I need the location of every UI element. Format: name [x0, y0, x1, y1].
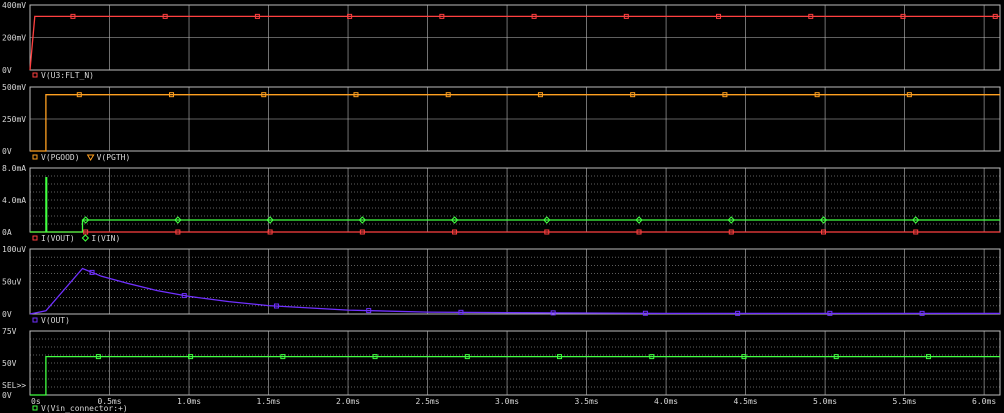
y-tick-label: 0A: [2, 228, 12, 237]
legend-label: I(VOUT): [41, 234, 75, 243]
y-tick-label: 0V: [2, 310, 12, 319]
legend-label: V(U3:FLT_N): [41, 71, 94, 80]
y-tick-label: 100uV: [2, 245, 26, 254]
x-tick-label: 1.0ms: [177, 397, 201, 406]
legend-label: V(OUT): [41, 316, 70, 325]
legend-label: V(PGOOD): [41, 153, 80, 162]
panel-frame: [29, 330, 1001, 396]
y-tick-label: 0V: [2, 66, 12, 75]
plot-panel-2: 500mV 250mV 0V V(PGOOD) V(PGTH): [2, 83, 1001, 162]
x-tick-label: 1.5ms: [256, 397, 280, 406]
y-tick-label: 0V: [2, 391, 12, 400]
series-marker: [32, 154, 38, 160]
series-marker: [32, 405, 38, 411]
x-tick-label: 3.0ms: [495, 397, 519, 406]
x-tick-label: 0s: [31, 397, 41, 406]
series-line: [29, 15, 1000, 71]
y-tick-label: 50V: [2, 359, 17, 368]
series-marker: [86, 154, 95, 161]
series-marker: [32, 317, 38, 323]
series-marker: [32, 235, 38, 241]
plot-panel-3: 8.0mA 4.0mA 0A I(VOUT) I(VIN): [2, 164, 1001, 243]
y-tick-label: 400mV: [2, 1, 26, 10]
y-tick-label: 4.0mA: [2, 196, 26, 205]
y-tick-label: 75V: [2, 327, 17, 336]
plot-panel-1: 400mV 200mV 0V V(U3:FLT_N): [2, 1, 1001, 80]
y-tick-label: 500mV: [2, 83, 26, 92]
x-tick-label: 6.0ms: [972, 397, 996, 406]
y-tick-label: 250mV: [2, 115, 26, 124]
series-line: [30, 355, 1000, 396]
plot-panel-4: 100uV 50uV 0V V(OUT): [2, 245, 1001, 325]
y-tick-label: 200mV: [2, 34, 26, 43]
series-line: [30, 176, 1000, 233]
panel-frame: [29, 167, 1001, 233]
x-tick-label: 0.5ms: [97, 397, 121, 406]
sel-marker-label: SEL>>: [2, 381, 26, 390]
series-line: [29, 267, 1000, 315]
legend-label: I(VIN): [91, 234, 120, 243]
x-tick-label: 4.0ms: [654, 397, 678, 406]
series-marker: [32, 72, 38, 78]
panel-frame: [29, 248, 1001, 315]
series-line: [30, 94, 1000, 152]
x-tick-label: 4.5ms: [734, 397, 758, 406]
legend-label: V(PGTH): [97, 153, 131, 162]
x-tick-label: 2.5ms: [415, 397, 439, 406]
x-tick-label: 5.5ms: [893, 397, 917, 406]
x-tick-label: 2.0ms: [336, 397, 360, 406]
series-marker: [81, 234, 90, 242]
y-tick-label: 0V: [2, 147, 12, 156]
x-tick-label: 5.0ms: [813, 397, 837, 406]
y-tick-label: 8.0mA: [2, 164, 26, 173]
y-tick-label: 50uV: [2, 278, 21, 287]
x-tick-label: 3.5ms: [575, 397, 599, 406]
plot-area: 400mV 200mV 0V V(U3:FLT_N) 500mV 250mV 0V V(PGO…: [2, 1, 1001, 413]
